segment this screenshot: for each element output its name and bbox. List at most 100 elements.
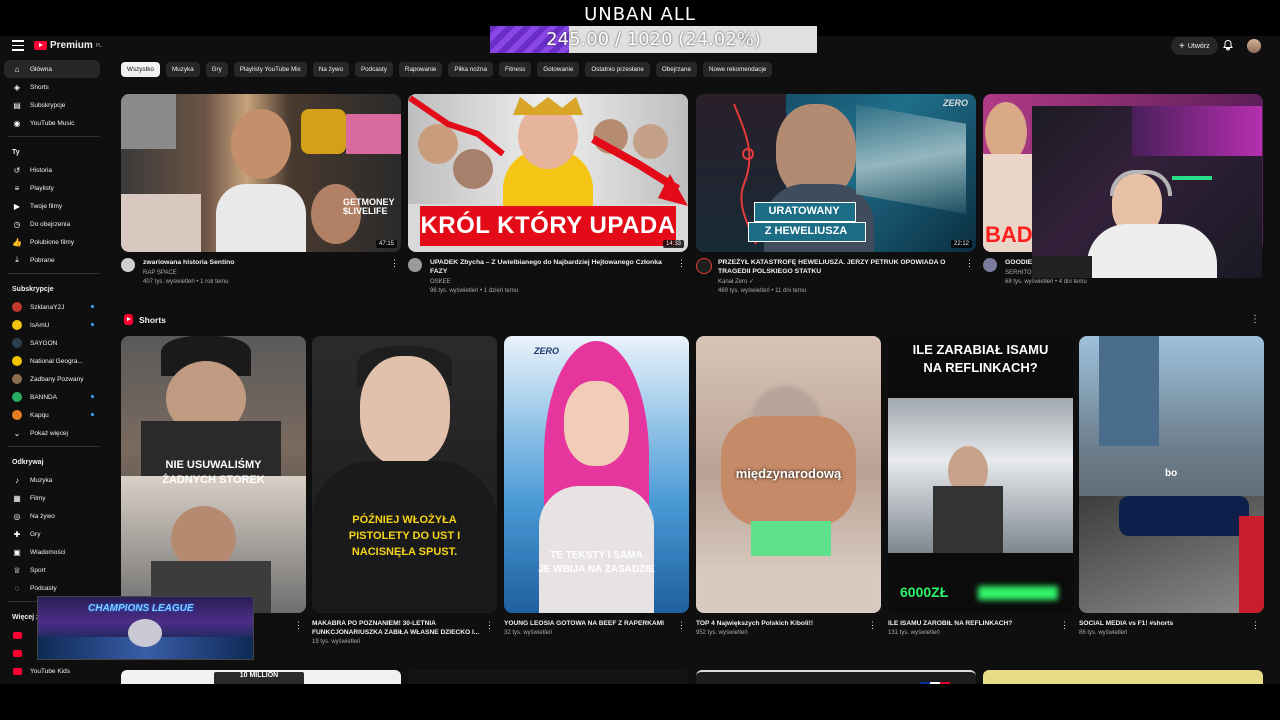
sidebar-item[interactable]: ♪ Muzyka xyxy=(0,471,108,489)
channel-avatar[interactable] xyxy=(121,258,135,272)
more-options-icon[interactable]: ⋮ xyxy=(1251,620,1260,631)
menu-icon[interactable] xyxy=(12,40,24,51)
short-thumbnail[interactable]: bo xyxy=(1079,336,1264,613)
subscription-item[interactable]: Zadbany Pozwany xyxy=(0,370,108,388)
bell-icon[interactable] xyxy=(1222,39,1234,51)
video-card[interactable]: GETMONEY $LIVELIFE 47:15 zwariowana histo… xyxy=(121,94,401,287)
short-thumbnail[interactable]: ZERO TE TEKSTY I SAMA JE WBIJA NA ZASADZ… xyxy=(504,336,689,613)
video-thumbnail[interactable]: GETMONEY $LIVELIFE 47:15 xyxy=(121,94,401,252)
video-thumbnail[interactable]: KRÓL KTÓRY UPADA 14:33 xyxy=(408,94,688,252)
short-thumbnail[interactable]: międzynarodową xyxy=(696,336,881,613)
short-title[interactable]: SOCIAL MEDIA vs F1! #shorts xyxy=(1079,619,1264,628)
channel-avatar[interactable] xyxy=(983,258,997,272)
more-options-icon[interactable]: ⋮ xyxy=(965,258,974,269)
account-avatar[interactable] xyxy=(1247,39,1261,53)
more-options-icon[interactable]: ⋮ xyxy=(390,258,399,269)
more-options-icon[interactable]: ⋮ xyxy=(677,258,686,269)
filter-chip[interactable]: Gry xyxy=(205,62,228,77)
filter-chip[interactable]: Playlisty YouTube Mix xyxy=(233,62,307,77)
video-title[interactable]: PRZEŻYŁ KATASTROFĘ HEWELIUSZA. JERZY PET… xyxy=(718,258,960,276)
video-thumbnail-partial[interactable]: 10 MILLION xyxy=(121,670,401,684)
short-title[interactable]: YOUNG LEOSIA GOTOWA NA BEEF Z RAPERKAMI xyxy=(504,619,689,628)
more-options-icon[interactable]: ⋮ xyxy=(485,620,494,631)
video-title[interactable]: UPADEK Zbycha – Z Uwielbianego do Najbar… xyxy=(430,258,672,276)
filter-chip[interactable]: Wszystko xyxy=(121,62,160,77)
subscription-item[interactable]: Kapqu xyxy=(0,406,108,424)
short-card[interactable]: ILE ZARABIAŁ ISAMU NA REFLINKACH? 6000ZŁ… xyxy=(888,336,1073,636)
channel-name[interactable]: Kanał Zero ✓ xyxy=(718,278,960,287)
like-icon: 👍 xyxy=(12,237,22,247)
more-options-icon[interactable]: ⋮ xyxy=(294,620,303,631)
thumb-text: 10 MILLION xyxy=(239,672,279,679)
filter-chip[interactable]: Rapowanie xyxy=(398,62,443,77)
channel-avatar[interactable] xyxy=(696,258,712,274)
more-options-icon[interactable]: ⋮ xyxy=(1060,620,1069,631)
shorts-more-icon[interactable]: ⋮ xyxy=(1250,314,1260,325)
more-options-icon[interactable]: ⋮ xyxy=(677,620,686,631)
sidebar-section-title[interactable]: Odkrywaj xyxy=(0,453,108,471)
more-options-icon[interactable]: ⋮ xyxy=(868,620,877,631)
sidebar-section-title[interactable]: Ty xyxy=(0,143,108,161)
short-title[interactable]: ILE ISAMU ZAROBIŁ NA REFLINKACH? xyxy=(888,619,1073,628)
youtube-logo[interactable]: Premium PL xyxy=(34,40,102,51)
channel-name[interactable]: OSKEE xyxy=(430,278,672,287)
sidebar-section-title[interactable]: Subskrypcje xyxy=(0,280,108,298)
sidebar-item[interactable]: 👍 Polubione filmy xyxy=(0,233,108,251)
short-thumbnail[interactable]: ILE ZARABIAŁ ISAMU NA REFLINKACH? 6000ZŁ xyxy=(888,336,1073,613)
video-thumbnail-partial[interactable] xyxy=(408,670,688,684)
video-card[interactable]: KRÓL KTÓRY UPADA 14:33 UPADEK Zbycha – Z… xyxy=(408,94,688,296)
short-thumbnail[interactable]: PÓŹNIEJ WŁOŻYŁA PISTOLETY DO UST I NACIS… xyxy=(312,336,497,613)
subscription-item[interactable]: SzklanaY2J xyxy=(0,298,108,316)
sidebar-item[interactable]: ◌ Podcasty xyxy=(0,579,108,597)
filter-chip[interactable]: Muzyka xyxy=(165,62,200,77)
short-card[interactable]: ZERO TE TEKSTY I SAMA JE WBIJA NA ZASADZ… xyxy=(504,336,689,636)
short-card[interactable]: NIE USUWALIŚMY ŻADNYCH STOREK xyxy=(121,336,306,613)
filter-chip[interactable]: Ostatnio przesłane xyxy=(585,62,650,77)
sidebar-item[interactable]: ◷ Do obejrzenia xyxy=(0,215,108,233)
create-button[interactable]: + Utwórz xyxy=(1171,37,1218,55)
sidebar-item[interactable]: ≡ Playlisty xyxy=(0,179,108,197)
sidebar-item[interactable]: ◉ YouTube Music xyxy=(0,114,108,132)
filter-chip[interactable]: Nowe rekomendacje xyxy=(702,62,773,77)
sidebar-item[interactable]: ↺ Historia xyxy=(0,161,108,179)
channel-name[interactable]: RAP SPACE xyxy=(143,269,385,278)
sidebar-item[interactable]: ▣ Wiadomości xyxy=(0,543,108,561)
subscription-item[interactable]: IsAmU xyxy=(0,316,108,334)
short-card[interactable]: bo SOCIAL MEDIA vs F1! #shorts 86 tys. w… xyxy=(1079,336,1264,636)
filter-chip[interactable]: Na żywo xyxy=(312,62,349,77)
subscription-item[interactable]: National Geogra... xyxy=(0,352,108,370)
sidebar-item[interactable]: ⤓ Pobrane xyxy=(0,251,108,269)
filter-chip[interactable]: Fitness xyxy=(498,62,532,77)
show-more-button[interactable]: ⌄ Pokaż więcej xyxy=(0,424,108,442)
sidebar-item[interactable]: ▶ Twoje filmy xyxy=(0,197,108,215)
video-title[interactable]: zwariowana historia Sentino xyxy=(143,258,385,267)
short-caption-1: ILE ZARABIAŁ ISAMU xyxy=(912,342,1049,357)
sidebar-item[interactable]: ▦ Filmy xyxy=(0,489,108,507)
shorts-title: Shorts xyxy=(139,314,166,325)
video-card[interactable]: ZERO URATOWANY Z HEWELIUSZA 22:12 PRZEŻY… xyxy=(696,94,976,296)
short-thumbnail[interactable]: NIE USUWALIŚMY ŻADNYCH STOREK xyxy=(121,336,306,613)
short-title[interactable]: TOP 4 Największych Polskich Kiboli!! xyxy=(696,619,881,628)
video-thumbnail-partial[interactable] xyxy=(696,670,976,684)
sidebar-item[interactable]: ◎ Na żywo xyxy=(0,507,108,525)
short-title[interactable]: MAKABRA PO POZNANIEM! 30-LETNIA FUNKCJON… xyxy=(312,619,497,637)
sidebar-item[interactable]: ⌂ Główna xyxy=(4,60,100,78)
video-thumbnail[interactable]: ZERO URATOWANY Z HEWELIUSZA 22:12 xyxy=(696,94,976,252)
sidebar-item[interactable]: ♕ Sport xyxy=(0,561,108,579)
short-card[interactable]: międzynarodową TOP 4 Największych Polski… xyxy=(696,336,881,636)
subscription-item[interactable]: SAYGON xyxy=(0,334,108,352)
sidebar-item[interactable]: ✚ Gry xyxy=(0,525,108,543)
filter-chip[interactable]: Piłka nożna xyxy=(448,62,493,77)
sidebar-item[interactable]: ▤ Subskrypcje xyxy=(0,96,108,114)
subscription-label: IsAmU xyxy=(30,321,50,329)
filter-chip[interactable]: Gotowanie xyxy=(537,62,580,77)
filter-chip[interactable]: Podcasty xyxy=(354,62,393,77)
video-thumbnail-partial[interactable] xyxy=(983,670,1263,684)
sidebar-item[interactable]: ◈ Shorts xyxy=(0,78,108,96)
filter-chip[interactable]: Obejrzane xyxy=(655,62,697,77)
subscription-item[interactable]: BANNDA xyxy=(0,388,108,406)
short-card[interactable]: PÓŹNIEJ WŁOŻYŁA PISTOLETY DO UST I NACIS… xyxy=(312,336,497,645)
channel-avatar[interactable] xyxy=(408,258,422,272)
youtube-kids-link[interactable]: YouTube Kids xyxy=(0,662,108,680)
live-icon: ◎ xyxy=(13,511,21,521)
